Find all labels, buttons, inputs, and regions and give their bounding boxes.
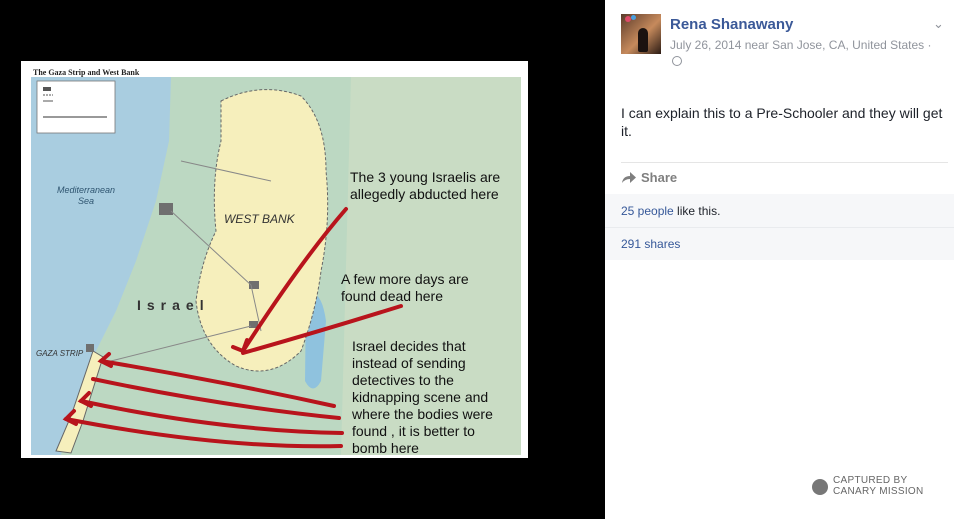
post-panel: Rena Shanawany ⌄ July 26, 2014 near San … bbox=[605, 0, 954, 519]
map-label-west-bank: WEST BANK bbox=[224, 212, 295, 226]
likes-link[interactable]: 25 people bbox=[621, 204, 674, 218]
map-label-israel: Israel bbox=[137, 297, 210, 313]
map-label-sea: Mediterranean Sea bbox=[57, 185, 116, 206]
shares-link[interactable]: 291 shares bbox=[621, 237, 680, 251]
annotation-abducted: The 3 young Israelis are allegedly abduc… bbox=[350, 169, 501, 202]
divider bbox=[605, 227, 954, 228]
ufi-box: 25 people like this. 291 shares bbox=[605, 194, 954, 260]
post-photo[interactable]: The Gaza Strip and West Bank Mediterrane… bbox=[21, 61, 528, 458]
avatar[interactable] bbox=[621, 14, 661, 54]
annotation-bomb: Israel decides that instead of sending d… bbox=[352, 338, 493, 456]
divider bbox=[621, 162, 948, 163]
canary-mission-icon bbox=[812, 479, 828, 495]
map-label-gaza: GAZA STRIP bbox=[36, 349, 84, 358]
avatar-figure bbox=[638, 28, 648, 52]
chevron-down-icon[interactable]: ⌄ bbox=[933, 16, 944, 32]
watermark-text: CAPTURED BY CANARY MISSION bbox=[833, 475, 924, 497]
share-button[interactable]: Share bbox=[621, 170, 677, 185]
post-meta[interactable]: July 26, 2014 near San Jose, CA, United … bbox=[670, 38, 940, 52]
post-text: I can explain this to a Pre-Schooler and… bbox=[621, 105, 943, 139]
author-name[interactable]: Rena Shanawany bbox=[670, 16, 793, 33]
map-title: The Gaza Strip and West Bank bbox=[33, 68, 140, 77]
photo-viewer: The Gaza Strip and West Bank Mediterrane… bbox=[0, 0, 605, 519]
share-arrow-icon bbox=[622, 172, 636, 183]
likes-row: 25 people like this. bbox=[621, 204, 720, 218]
likes-suffix: like this. bbox=[673, 204, 721, 218]
watermark-line-2: CANARY MISSION bbox=[833, 486, 924, 497]
globe-icon bbox=[672, 56, 682, 66]
balloon-decoration bbox=[631, 15, 636, 20]
annotation-found-dead: A few more days are found dead here bbox=[341, 271, 469, 304]
share-label: Share bbox=[641, 170, 678, 185]
canary-mission-watermark: CAPTURED BY CANARY MISSION bbox=[812, 475, 942, 499]
watermark-line-1: CAPTURED BY bbox=[833, 475, 908, 486]
